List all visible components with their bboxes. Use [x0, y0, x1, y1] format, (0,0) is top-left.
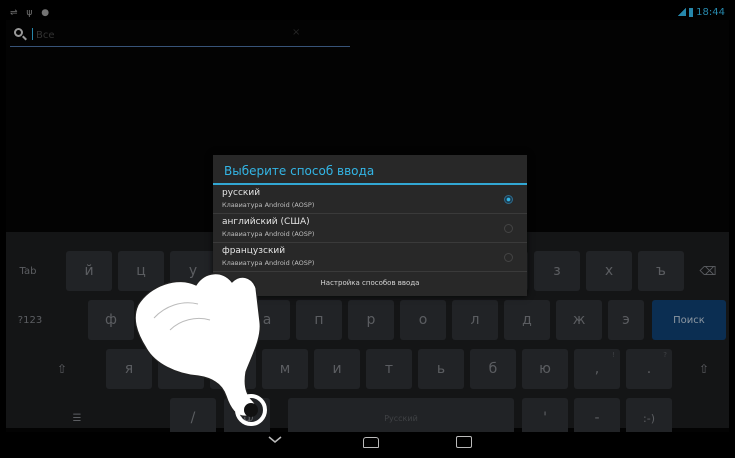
recent-apps-icon[interactable] [456, 436, 472, 448]
android-screen: ⇌ ψ ● 18:44 × Tab й ц у к е н г ш щ з х … [6, 6, 729, 452]
dialog-title: Выберите способ ввода [224, 164, 375, 178]
back-icon[interactable] [268, 435, 282, 445]
option-subtitle: Клавиатура Android (AOSP) [222, 230, 315, 238]
radio-icon[interactable] [504, 224, 513, 233]
option-name: английский (США) [222, 217, 310, 227]
radio-selected-icon[interactable] [504, 195, 513, 204]
home-icon[interactable] [363, 437, 379, 448]
option-subtitle: Клавиатура Android (AOSP) [222, 259, 315, 267]
input-method-dialog: Выберите способ ввода русский Клавиатура… [213, 155, 527, 296]
option-name: французский [222, 246, 286, 256]
ime-option-english[interactable]: английский (США) Клавиатура Android (AOS… [213, 215, 527, 243]
option-subtitle: Клавиатура Android (AOSP) [222, 201, 315, 209]
ime-option-russian[interactable]: русский Клавиатура Android (AOSP) [213, 186, 527, 214]
input-settings-button[interactable]: Настройка способов ввода [213, 273, 527, 293]
option-name: русский [222, 188, 261, 198]
title-divider [213, 183, 527, 185]
navigation-bar [6, 432, 729, 452]
ime-option-french[interactable]: французский Клавиатура Android (AOSP) [213, 244, 527, 272]
radio-icon[interactable] [504, 253, 513, 262]
